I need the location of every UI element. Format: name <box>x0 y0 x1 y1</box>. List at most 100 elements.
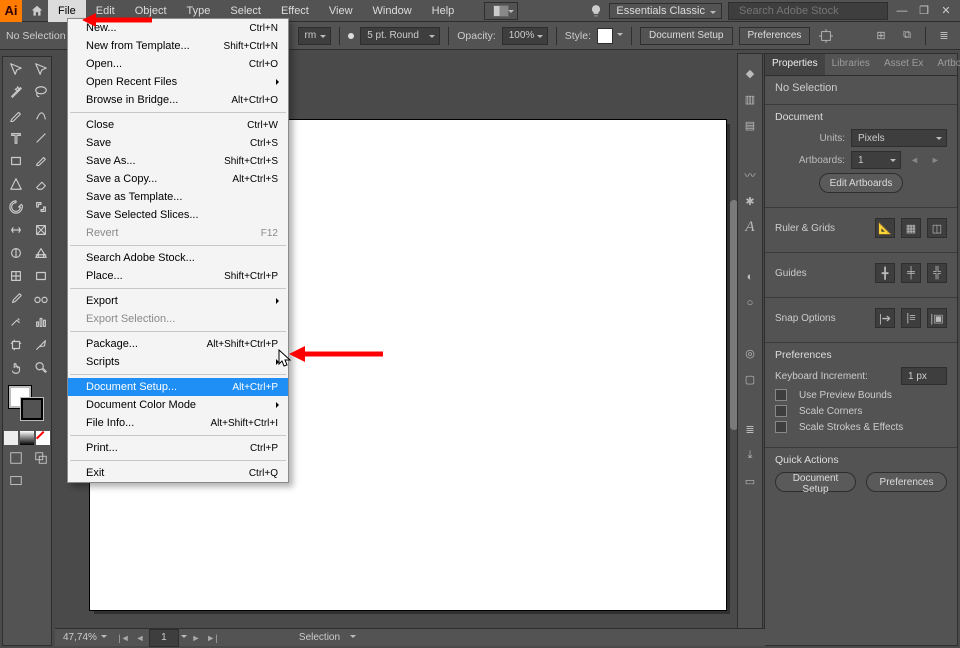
menu-item-file-info[interactable]: File Info...Alt+Shift+Ctrl+I <box>68 414 288 432</box>
stroke-icon[interactable]: A <box>741 218 759 236</box>
lock-guides[interactable]: ╪ <box>901 263 921 283</box>
layers-icon[interactable]: ≣ <box>741 420 759 438</box>
adobe-stock-input[interactable] <box>737 4 883 18</box>
shape-builder-tool[interactable] <box>4 242 28 264</box>
menu-item-save[interactable]: SaveCtrl+S <box>68 134 288 152</box>
menu-item-save-a-copy[interactable]: Save a Copy...Alt+Ctrl+S <box>68 170 288 188</box>
menu-item-new-from-template[interactable]: New from Template...Shift+Ctrl+N <box>68 37 288 55</box>
rectangle-tool[interactable] <box>4 150 28 172</box>
qa-document-setup[interactable]: Document Setup <box>775 472 856 492</box>
brushes-icon[interactable]: 〰 <box>741 166 759 184</box>
scale-strokes-checkbox[interactable] <box>775 421 787 433</box>
workspace-selector[interactable]: Essentials Classic <box>609 3 722 19</box>
menu-item-print[interactable]: Print...Ctrl+P <box>68 439 288 457</box>
line-segment-tool[interactable] <box>29 127 53 149</box>
units-field[interactable]: Pixels <box>851 129 947 147</box>
snap-grid[interactable]: |≡ <box>901 308 921 328</box>
menu-item-document-setup[interactable]: Document Setup...Alt+Ctrl+P <box>68 378 288 396</box>
zoom-tool[interactable] <box>29 357 53 379</box>
artboard-tool[interactable] <box>4 334 28 356</box>
eraser-tool[interactable] <box>29 173 53 195</box>
grid-toggle[interactable]: ▦ <box>901 218 921 238</box>
menu-item-document-color-mode[interactable]: Document Color Mode <box>68 396 288 414</box>
menu-item-close[interactable]: CloseCtrl+W <box>68 116 288 134</box>
show-guides[interactable]: ╋ <box>875 263 895 283</box>
artboards-icon[interactable]: ▭ <box>741 472 759 490</box>
slice-tool[interactable] <box>29 334 53 356</box>
menu-item-save-as[interactable]: Save As...Shift+Ctrl+S <box>68 152 288 170</box>
menu-item-scripts[interactable]: Scripts <box>68 353 288 371</box>
menu-item-save-selected-slices[interactable]: Save Selected Slices... <box>68 206 288 224</box>
scale-tool[interactable] <box>29 196 53 218</box>
free-transform-tool[interactable] <box>29 219 53 241</box>
tab-libraries[interactable]: Libraries <box>825 54 877 75</box>
snap-pixel[interactable]: |▣ <box>927 308 947 328</box>
prev-artboard-nav[interactable]: ◄ <box>133 631 147 645</box>
menu-item-search-adobe-stock[interactable]: Search Adobe Stock... <box>68 249 288 267</box>
magic-wand-tool[interactable] <box>4 81 28 103</box>
fill-stroke-control[interactable] <box>3 384 51 430</box>
color-guide-icon[interactable]: ▥ <box>741 90 759 108</box>
tab-asset-export[interactable]: Asset Ex <box>877 54 930 75</box>
menu-item-save-as-template[interactable]: Save as Template... <box>68 188 288 206</box>
zoom-level[interactable]: 47,74% <box>63 632 97 643</box>
document-setup-button[interactable]: Document Setup <box>640 27 733 45</box>
asset-export-icon[interactable]: ⤓ <box>741 446 759 464</box>
opacity-field[interactable]: 100% <box>502 27 548 45</box>
scale-corners-checkbox[interactable] <box>775 405 787 417</box>
edit-artboards-button[interactable]: Edit Artboards <box>819 173 904 193</box>
symbols-icon[interactable]: ✱ <box>741 192 759 210</box>
direct-selection-tool[interactable] <box>29 58 53 80</box>
prev-artboard[interactable]: ◄ <box>907 155 922 165</box>
draw-normal[interactable] <box>4 447 28 469</box>
home-icon[interactable] <box>26 0 48 22</box>
blend-tool[interactable] <box>29 288 53 310</box>
color-mode[interactable] <box>4 431 18 445</box>
menu-item-open[interactable]: Open...Ctrl+O <box>68 55 288 73</box>
graphic-styles-icon[interactable]: ▢ <box>741 370 759 388</box>
ruler-toggle[interactable]: 📐 <box>875 218 895 238</box>
draw-behind[interactable] <box>29 447 53 469</box>
paintbrush-tool[interactable] <box>29 150 53 172</box>
stroke-swatch[interactable] <box>21 398 43 420</box>
appearance-icon[interactable]: ◎ <box>741 344 759 362</box>
transform-panel-icon[interactable]: ⧉ <box>897 26 917 46</box>
window-minimize[interactable]: — <box>894 3 910 19</box>
menu-item-browse-in-bridge[interactable]: Browse in Bridge...Alt+Ctrl+O <box>68 91 288 109</box>
transparency-icon[interactable]: ○ <box>741 294 759 312</box>
window-restore[interactable]: ❐ <box>916 3 932 19</box>
hand-tool[interactable] <box>4 357 28 379</box>
menu-view[interactable]: View <box>319 0 363 22</box>
align-panel-icon[interactable]: ⊞ <box>871 26 891 46</box>
keyboard-increment-field[interactable]: 1 px <box>901 367 947 385</box>
none-mode[interactable] <box>36 431 50 445</box>
snap-point[interactable]: |➔ <box>875 308 895 328</box>
artboard-number[interactable]: 1 <box>149 629 179 647</box>
transparency-grid-toggle[interactable]: ◫ <box>927 218 947 238</box>
last-artboard[interactable]: ►| <box>205 631 219 645</box>
tab-artboards[interactable]: Artboard <box>930 54 960 75</box>
menu-help[interactable]: Help <box>422 0 465 22</box>
menu-item-place[interactable]: Place...Shift+Ctrl+P <box>68 267 288 285</box>
gradient-tool[interactable] <box>29 265 53 287</box>
stroke-unit-combo[interactable]: rm <box>298 27 332 45</box>
pen-tool[interactable] <box>4 104 28 126</box>
perspective-grid-tool[interactable] <box>29 242 53 264</box>
gradient-icon[interactable]: ◐ <box>741 268 759 286</box>
preferences-button[interactable]: Preferences <box>739 27 811 45</box>
symbol-sprayer-tool[interactable] <box>4 311 28 333</box>
type-tool[interactable] <box>4 127 28 149</box>
column-graph-tool[interactable] <box>29 311 53 333</box>
use-preview-bounds-checkbox[interactable] <box>775 389 787 401</box>
menu-item-open-recent-files[interactable]: Open Recent Files <box>68 73 288 91</box>
transform-icon[interactable] <box>816 26 836 46</box>
menu-item-export[interactable]: Export <box>68 292 288 310</box>
width-tool[interactable] <box>4 219 28 241</box>
color-panel-icon[interactable]: ◆ <box>741 64 759 82</box>
curvature-tool[interactable] <box>29 104 53 126</box>
tab-properties[interactable]: Properties <box>765 54 825 75</box>
menu-item-exit[interactable]: ExitCtrl+Q <box>68 464 288 482</box>
gradient-mode[interactable] <box>20 431 34 445</box>
stroke-profile-combo[interactable]: 5 pt. Round <box>360 27 440 45</box>
menu-item-new[interactable]: New...Ctrl+N <box>68 19 288 37</box>
